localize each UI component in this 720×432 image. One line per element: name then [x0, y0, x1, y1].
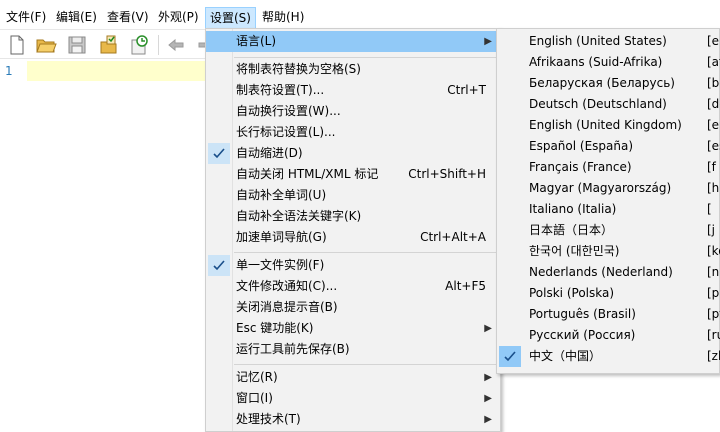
- save-all-icon[interactable]: [98, 34, 120, 56]
- menu-bar: 文件(F) 编辑(E) 查看(V) 外观(P) 设置(S) 帮助(H): [0, 0, 720, 30]
- line-number-gutter: 1: [0, 60, 27, 432]
- submenu-arrow-icon: ▶: [484, 372, 492, 383]
- menu-item-processing[interactable]: 处理技术(T) ▶: [206, 409, 500, 430]
- settings-menu: 语言(L) ▶ 将制表符替换为空格(S) 制表符设置(T)... Ctrl+T …: [205, 28, 501, 432]
- menu-edit[interactable]: 编辑(E): [56, 7, 97, 27]
- checkmark-icon: [208, 255, 230, 276]
- language-option[interactable]: Afrikaans (Suid-Afrika) [af: [497, 52, 720, 73]
- language-option[interactable]: Magyar (Magyarország) [hu: [497, 178, 720, 199]
- language-option[interactable]: English (United States) [en: [497, 31, 720, 52]
- toolbar-separator: [158, 35, 159, 55]
- menu-item-mute-message-sound[interactable]: 关闭消息提示音(B): [206, 297, 500, 318]
- language-option[interactable]: Italiano (Italia) [: [497, 199, 720, 220]
- menu-separator: [234, 252, 498, 253]
- language-option[interactable]: Español (España) [es: [497, 136, 720, 157]
- new-file-icon[interactable]: [6, 34, 28, 56]
- reload-icon[interactable]: [128, 34, 150, 56]
- save-icon[interactable]: [66, 34, 88, 56]
- language-option[interactable]: 한국어 (대한민국) [ko: [497, 241, 720, 262]
- language-option[interactable]: Deutsch (Deutschland) [de: [497, 94, 720, 115]
- menu-item-autocomplete-words[interactable]: 自动补全单词(U): [206, 185, 500, 206]
- menu-item-save-before-tools[interactable]: 运行工具前先保存(B): [206, 339, 500, 360]
- menu-separator: [234, 364, 498, 365]
- submenu-arrow-icon: ▶: [484, 393, 492, 404]
- menu-help[interactable]: 帮助(H): [262, 7, 304, 27]
- menu-item-long-line-marker[interactable]: 长行标记设置(L)...: [206, 122, 500, 143]
- menu-view[interactable]: 查看(V): [107, 7, 149, 27]
- line-number: 1: [5, 64, 13, 78]
- menu-item-accelerate-word-nav[interactable]: 加速单词导航(G) Ctrl+Alt+A: [206, 227, 500, 248]
- menu-item-auto-indent[interactable]: 自动缩进(D): [206, 143, 500, 164]
- checkmark-icon: [499, 346, 521, 367]
- open-folder-icon[interactable]: [35, 34, 57, 56]
- language-submenu: English (United States) [en Afrikaans (S…: [496, 28, 720, 374]
- language-option[interactable]: 日本語（日本） [j: [497, 220, 720, 241]
- menu-item-memory[interactable]: 记忆(R) ▶: [206, 367, 500, 388]
- menu-settings[interactable]: 设置(S): [205, 7, 256, 29]
- language-option[interactable]: Беларуская (Беларусь) [be: [497, 73, 720, 94]
- menu-item-single-instance[interactable]: 单一文件实例(F): [206, 255, 500, 276]
- submenu-arrow-icon: ▶: [484, 323, 492, 334]
- language-option[interactable]: Português (Brasil) [pt: [497, 304, 720, 325]
- menu-item-tab-settings[interactable]: 制表符设置(T)... Ctrl+T: [206, 80, 500, 101]
- language-option[interactable]: English (United Kingdom) [en: [497, 115, 720, 136]
- undo-icon[interactable]: [166, 34, 188, 56]
- menu-item-file-change-notify[interactable]: 文件修改通知(C)... Alt+F5: [206, 276, 500, 297]
- menu-item-autocomplete-keywords[interactable]: 自动补全语法关键字(K): [206, 206, 500, 227]
- menu-item-replace-tabs[interactable]: 将制表符替换为空格(S): [206, 59, 500, 80]
- menu-separator: [234, 57, 498, 58]
- menu-item-word-wrap-settings[interactable]: 自动换行设置(W)...: [206, 101, 500, 122]
- language-option[interactable]: Русский (Россия) [ru: [497, 325, 720, 346]
- checkmark-icon: [208, 143, 230, 164]
- menu-item-auto-close-tags[interactable]: 自动关闭 HTML/XML 标记 Ctrl+Shift+H: [206, 164, 500, 185]
- language-option-selected[interactable]: 中文（中国） [zh: [497, 346, 720, 367]
- submenu-arrow-icon: ▶: [484, 36, 492, 47]
- menu-item-esc-function[interactable]: Esc 键功能(K) ▶: [206, 318, 500, 339]
- language-option[interactable]: Nederlands (Nederland) [n: [497, 262, 720, 283]
- menu-appearance[interactable]: 外观(P): [158, 7, 199, 27]
- language-option[interactable]: Français (France) [f: [497, 157, 720, 178]
- language-option[interactable]: Polski (Polska) [p: [497, 283, 720, 304]
- submenu-arrow-icon: ▶: [484, 414, 492, 425]
- menu-item-language[interactable]: 语言(L) ▶: [206, 31, 500, 52]
- menu-file[interactable]: 文件(F): [6, 7, 46, 27]
- menu-item-window[interactable]: 窗口(I) ▶: [206, 388, 500, 409]
- current-line-highlight: [27, 61, 207, 81]
